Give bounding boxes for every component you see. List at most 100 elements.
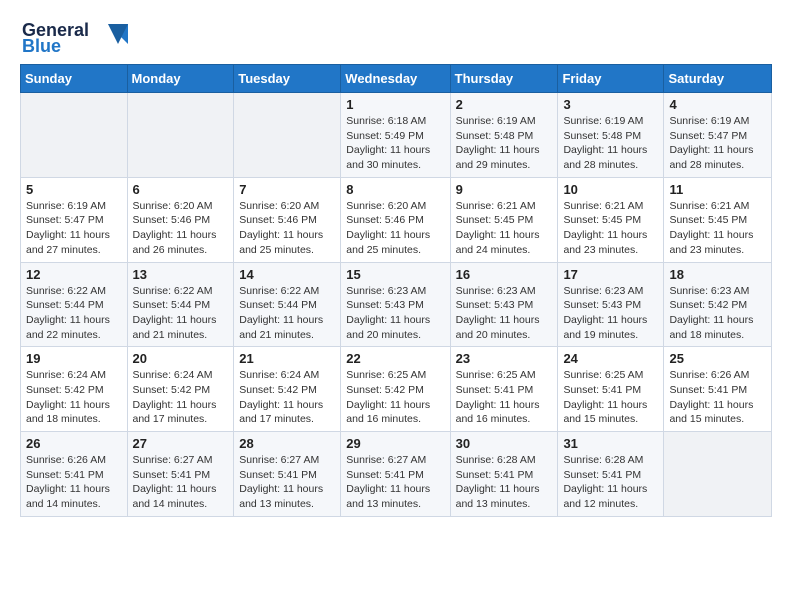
weekday-header-row: SundayMondayTuesdayWednesdayThursdayFrid…	[21, 65, 772, 93]
day-number: 28	[239, 436, 335, 451]
weekday-monday: Monday	[127, 65, 234, 93]
calendar-cell: 22 Sunrise: 6:25 AM Sunset: 5:42 PM Dayli…	[341, 347, 450, 432]
day-info: Sunrise: 6:24 AM Sunset: 5:42 PM Dayligh…	[26, 368, 122, 427]
day-number: 4	[669, 97, 766, 112]
day-info: Sunrise: 6:19 AM Sunset: 5:48 PM Dayligh…	[456, 114, 553, 173]
calendar-week-1: 1 Sunrise: 6:18 AM Sunset: 5:49 PM Daylig…	[21, 93, 772, 178]
day-number: 2	[456, 97, 553, 112]
calendar-table: SundayMondayTuesdayWednesdayThursdayFrid…	[20, 64, 772, 517]
day-number: 10	[563, 182, 658, 197]
weekday-friday: Friday	[558, 65, 664, 93]
day-info: Sunrise: 6:19 AM Sunset: 5:47 PM Dayligh…	[669, 114, 766, 173]
calendar-cell: 20 Sunrise: 6:24 AM Sunset: 5:42 PM Dayli…	[127, 347, 234, 432]
day-info: Sunrise: 6:28 AM Sunset: 5:41 PM Dayligh…	[456, 453, 553, 512]
day-number: 11	[669, 182, 766, 197]
day-number: 27	[133, 436, 229, 451]
day-number: 20	[133, 351, 229, 366]
calendar-cell: 31 Sunrise: 6:28 AM Sunset: 5:41 PM Dayli…	[558, 432, 664, 517]
day-number: 15	[346, 267, 444, 282]
day-info: Sunrise: 6:18 AM Sunset: 5:49 PM Dayligh…	[346, 114, 444, 173]
day-number: 16	[456, 267, 553, 282]
calendar-cell: 26 Sunrise: 6:26 AM Sunset: 5:41 PM Dayli…	[21, 432, 128, 517]
day-info: Sunrise: 6:27 AM Sunset: 5:41 PM Dayligh…	[239, 453, 335, 512]
day-number: 31	[563, 436, 658, 451]
calendar-cell: 27 Sunrise: 6:27 AM Sunset: 5:41 PM Dayli…	[127, 432, 234, 517]
calendar-cell: 30Sunrise: 6:28 AM Sunset: 5:41 PM Dayli…	[450, 432, 558, 517]
day-number: 7	[239, 182, 335, 197]
calendar-cell: 19 Sunrise: 6:24 AM Sunset: 5:42 PM Dayli…	[21, 347, 128, 432]
day-number: 26	[26, 436, 122, 451]
day-info: Sunrise: 6:23 AM Sunset: 5:43 PM Dayligh…	[346, 284, 444, 343]
calendar-cell: 24Sunrise: 6:25 AM Sunset: 5:41 PM Dayli…	[558, 347, 664, 432]
calendar-cell	[21, 93, 128, 178]
day-info: Sunrise: 6:23 AM Sunset: 5:42 PM Dayligh…	[669, 284, 766, 343]
calendar-cell: 14 Sunrise: 6:22 AM Sunset: 5:44 PM Dayli…	[234, 262, 341, 347]
day-number: 12	[26, 267, 122, 282]
svg-text:Blue: Blue	[22, 36, 61, 54]
day-info: Sunrise: 6:24 AM Sunset: 5:42 PM Dayligh…	[133, 368, 229, 427]
day-number: 8	[346, 182, 444, 197]
day-number: 3	[563, 97, 658, 112]
day-number: 23	[456, 351, 553, 366]
calendar-cell: 5 Sunrise: 6:19 AM Sunset: 5:47 PM Daylig…	[21, 177, 128, 262]
day-number: 6	[133, 182, 229, 197]
day-info: Sunrise: 6:22 AM Sunset: 5:44 PM Dayligh…	[239, 284, 335, 343]
day-number: 9	[456, 182, 553, 197]
calendar-cell: 7 Sunrise: 6:20 AM Sunset: 5:46 PM Daylig…	[234, 177, 341, 262]
calendar-cell: 28 Sunrise: 6:27 AM Sunset: 5:41 PM Dayli…	[234, 432, 341, 517]
calendar-week-2: 5 Sunrise: 6:19 AM Sunset: 5:47 PM Daylig…	[21, 177, 772, 262]
calendar-cell	[664, 432, 772, 517]
calendar-cell: 8 Sunrise: 6:20 AM Sunset: 5:46 PM Daylig…	[341, 177, 450, 262]
day-number: 1	[346, 97, 444, 112]
logo: General Blue	[20, 16, 130, 54]
calendar-cell: 9 Sunrise: 6:21 AM Sunset: 5:45 PM Daylig…	[450, 177, 558, 262]
calendar-cell: 10 Sunrise: 6:21 AM Sunset: 5:45 PM Dayli…	[558, 177, 664, 262]
day-info: Sunrise: 6:22 AM Sunset: 5:44 PM Dayligh…	[26, 284, 122, 343]
day-number: 13	[133, 267, 229, 282]
day-number: 22	[346, 351, 444, 366]
day-info: Sunrise: 6:26 AM Sunset: 5:41 PM Dayligh…	[669, 368, 766, 427]
calendar-cell: 17Sunrise: 6:23 AM Sunset: 5:43 PM Dayli…	[558, 262, 664, 347]
calendar-cell: 13 Sunrise: 6:22 AM Sunset: 5:44 PM Dayli…	[127, 262, 234, 347]
day-info: Sunrise: 6:20 AM Sunset: 5:46 PM Dayligh…	[239, 199, 335, 258]
day-info: Sunrise: 6:20 AM Sunset: 5:46 PM Dayligh…	[346, 199, 444, 258]
calendar-cell: 3 Sunrise: 6:19 AM Sunset: 5:48 PM Daylig…	[558, 93, 664, 178]
calendar-cell: 23Sunrise: 6:25 AM Sunset: 5:41 PM Dayli…	[450, 347, 558, 432]
day-info: Sunrise: 6:21 AM Sunset: 5:45 PM Dayligh…	[563, 199, 658, 258]
day-number: 5	[26, 182, 122, 197]
calendar-cell: 18Sunrise: 6:23 AM Sunset: 5:42 PM Dayli…	[664, 262, 772, 347]
day-info: Sunrise: 6:22 AM Sunset: 5:44 PM Dayligh…	[133, 284, 229, 343]
calendar-week-4: 19 Sunrise: 6:24 AM Sunset: 5:42 PM Dayli…	[21, 347, 772, 432]
calendar-cell: 1 Sunrise: 6:18 AM Sunset: 5:49 PM Daylig…	[341, 93, 450, 178]
calendar-cell: 12 Sunrise: 6:22 AM Sunset: 5:44 PM Dayli…	[21, 262, 128, 347]
day-info: Sunrise: 6:20 AM Sunset: 5:46 PM Dayligh…	[133, 199, 229, 258]
calendar-cell: 16 Sunrise: 6:23 AM Sunset: 5:43 PM Dayli…	[450, 262, 558, 347]
calendar-cell: 2 Sunrise: 6:19 AM Sunset: 5:48 PM Daylig…	[450, 93, 558, 178]
day-info: Sunrise: 6:28 AM Sunset: 5:41 PM Dayligh…	[563, 453, 658, 512]
day-number: 25	[669, 351, 766, 366]
day-info: Sunrise: 6:27 AM Sunset: 5:41 PM Dayligh…	[133, 453, 229, 512]
day-info: Sunrise: 6:25 AM Sunset: 5:42 PM Dayligh…	[346, 368, 444, 427]
day-number: 29	[346, 436, 444, 451]
day-info: Sunrise: 6:23 AM Sunset: 5:43 PM Dayligh…	[456, 284, 553, 343]
day-info: Sunrise: 6:19 AM Sunset: 5:47 PM Dayligh…	[26, 199, 122, 258]
day-info: Sunrise: 6:21 AM Sunset: 5:45 PM Dayligh…	[456, 199, 553, 258]
day-info: Sunrise: 6:21 AM Sunset: 5:45 PM Dayligh…	[669, 199, 766, 258]
day-info: Sunrise: 6:26 AM Sunset: 5:41 PM Dayligh…	[26, 453, 122, 512]
day-info: Sunrise: 6:23 AM Sunset: 5:43 PM Dayligh…	[563, 284, 658, 343]
day-number: 19	[26, 351, 122, 366]
calendar-cell: 29 Sunrise: 6:27 AM Sunset: 5:41 PM Dayli…	[341, 432, 450, 517]
calendar-week-5: 26 Sunrise: 6:26 AM Sunset: 5:41 PM Dayli…	[21, 432, 772, 517]
day-info: Sunrise: 6:25 AM Sunset: 5:41 PM Dayligh…	[563, 368, 658, 427]
logo-svg: General Blue	[20, 16, 130, 54]
day-number: 14	[239, 267, 335, 282]
weekday-sunday: Sunday	[21, 65, 128, 93]
calendar-cell: 11 Sunrise: 6:21 AM Sunset: 5:45 PM Dayli…	[664, 177, 772, 262]
weekday-thursday: Thursday	[450, 65, 558, 93]
header: General Blue	[20, 16, 772, 54]
weekday-saturday: Saturday	[664, 65, 772, 93]
day-info: Sunrise: 6:27 AM Sunset: 5:41 PM Dayligh…	[346, 453, 444, 512]
day-number: 21	[239, 351, 335, 366]
calendar-page: General Blue SundayMondayTuesdayWednesda…	[0, 0, 792, 533]
day-info: Sunrise: 6:19 AM Sunset: 5:48 PM Dayligh…	[563, 114, 658, 173]
